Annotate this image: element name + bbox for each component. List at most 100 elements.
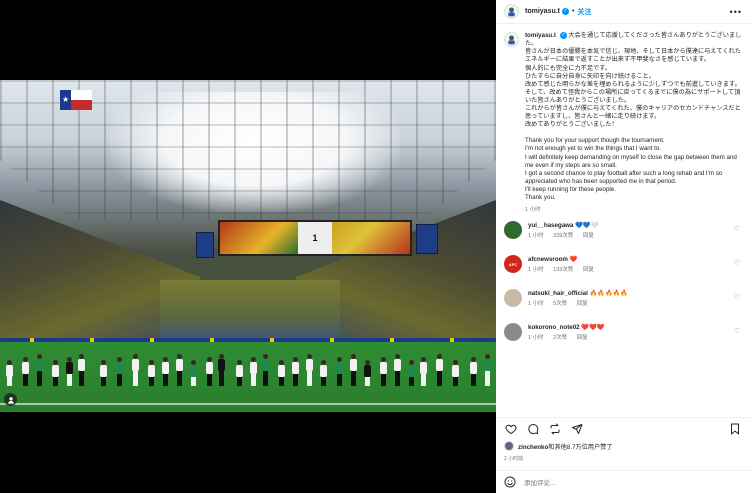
heart-icon[interactable]: ♡ [734,327,740,335]
player-figure [52,360,59,386]
player-figure [436,354,443,386]
player-figure [162,357,169,386]
likes-user[interactable]: zinchenko [518,444,548,451]
likes-text: zinchenko和其他8.7万位用户赞了 [518,442,613,451]
avatar[interactable] [504,32,519,47]
add-comment-bar: 添加评论... [496,470,750,493]
player-figure [380,357,387,386]
heart-icon[interactable]: ♡ [734,259,740,267]
emoji-icon[interactable] [504,476,516,488]
avatar[interactable] [504,221,522,240]
player-figure [306,354,313,386]
verified-badge-icon: ✓ [562,8,570,15]
player-figure [236,360,243,386]
player-figure [22,357,29,386]
player-figure [292,357,299,386]
player-figure [262,354,269,386]
pitch-line [0,403,496,405]
likes-summary[interactable]: zinchenko和其他8.7万位用户赞了 [504,441,613,451]
comment-time[interactable]: 1 小时 [528,233,544,239]
reply-button[interactable]: 回复 [583,233,594,239]
player-figure [484,354,491,386]
player-figure [190,360,197,386]
verified-badge-icon: ✓ [559,32,567,39]
avatar[interactable] [504,4,519,19]
reply-button[interactable]: 回复 [577,301,588,307]
comment-meta: 1 小时 5次赞 回复 [528,300,628,309]
player-figure [470,357,477,386]
player-figure [176,354,183,386]
follow-button[interactable]: 关注 [577,7,591,17]
comment-body: afcnewsroom ❤️ 1 小时 133次赞 回复 [528,255,602,275]
post-actions-bar [496,417,750,439]
player-figure [116,357,123,386]
heart-icon[interactable] [504,422,518,436]
share-icon[interactable] [570,422,584,436]
stadium-jumbotron: 1 [218,220,412,256]
post-author-username[interactable]: tomiyasu.t [525,8,560,15]
comment-username[interactable]: afcnewsroom [528,256,568,263]
reply-button[interactable]: 回复 [583,267,594,273]
caption-username[interactable]: tomiyasu.t [525,32,556,39]
comment-item: yui__hasegawa 💙💙🤍 1 小时 339次赞 回复 ♡ [504,221,742,255]
comment-text: 🔥🔥🔥🔥🔥 [589,290,629,298]
comment-text: ❤️❤️❤️ [581,324,605,332]
comment-meta: 1 小时 133次赞 回复 [528,266,602,275]
post-media-area: ★ 1 [0,0,496,493]
post-time[interactable]: 2 小时前 [504,455,523,462]
comment-item: AFC afcnewsroom ❤️ 1 小时 133次赞 回复 ♡ [504,255,742,289]
separator: • [572,8,575,15]
player-figure [148,360,155,386]
heart-icon[interactable]: ♡ [734,225,740,233]
post-caption: tomiyasu.t ✓ 大会を通じて応援してくださった皆さんありがとうございま… [504,32,742,213]
player-figure [250,357,257,386]
player-figure [452,360,459,386]
more-options-icon[interactable]: ••• [730,7,742,17]
comment-item: kokorono_note02 ❤️❤️❤️ 1 小时 2次赞 回复 ♡ [504,323,742,357]
player-figure [132,354,139,386]
bookmark-icon[interactable] [728,422,742,436]
comment-time[interactable]: 1 小时 [528,267,544,273]
avatar-text: AFC [508,261,518,267]
avatar[interactable] [504,289,522,308]
player-figure [218,354,225,386]
comment-body: yui__hasegawa 💙💙🤍 1 小时 339次赞 回复 [528,221,602,241]
comment-likes[interactable]: 5次赞 [553,301,567,307]
player-figure [350,354,357,386]
comment-username[interactable]: kokorono_note02 [528,324,580,331]
repost-icon[interactable] [548,422,562,436]
player-figure [320,360,327,386]
caption-text: tomiyasu.t ✓ 大会を通じて応援してくださった皆さんありがとうございま… [525,32,745,202]
player-figure [78,354,85,386]
player-figure [100,360,107,386]
person-icon[interactable] [4,393,17,406]
reply-button[interactable]: 回复 [577,335,588,341]
comment-username[interactable]: natsuki_hair_official [528,290,588,297]
avatar[interactable]: AFC [504,255,522,274]
player-figure [420,357,427,386]
side-screen-left [196,232,214,258]
instagram-post-viewer: ★ 1 tomiyasu.t ✓ • 关注 ••• tomiyasu.t ✓ 大… [0,0,750,493]
avatar[interactable] [504,441,514,451]
comment-username[interactable]: yui__hasegawa [528,222,573,229]
post-header: tomiyasu.t ✓ • 关注 ••• [496,0,750,24]
comment-icon[interactable] [526,422,540,436]
caption-timestamp[interactable]: 1 小时 [525,205,745,213]
comments-scroll-area[interactable]: tomiyasu.t ✓ 大会を通じて応援してくださった皆さんありがとうございま… [496,24,750,417]
comment-likes[interactable]: 133次赞 [553,267,573,273]
post-side-panel: tomiyasu.t ✓ • 关注 ••• tomiyasu.t ✓ 大会を通じ… [496,0,750,493]
heart-icon[interactable]: ♡ [734,293,740,301]
comment-meta: 1 小时 339次赞 回复 [528,232,602,241]
player-figure [336,357,343,386]
comment-input[interactable]: 添加评论... [524,477,555,487]
side-screen-right [416,224,438,254]
comment-likes[interactable]: 339次赞 [553,233,573,239]
likes-count-text[interactable]: 和其他8.7万位用户赞了 [548,444,612,451]
avatar[interactable] [504,323,522,342]
comments-list: yui__hasegawa 💙💙🤍 1 小时 339次赞 回复 ♡ AFC af… [504,221,742,357]
comment-text: 💙💙🤍 [575,222,599,230]
comment-time[interactable]: 1 小时 [528,301,544,307]
comment-likes[interactable]: 2次赞 [553,335,567,341]
post-photo[interactable]: ★ 1 [0,80,496,412]
comment-time[interactable]: 1 小时 [528,335,544,341]
